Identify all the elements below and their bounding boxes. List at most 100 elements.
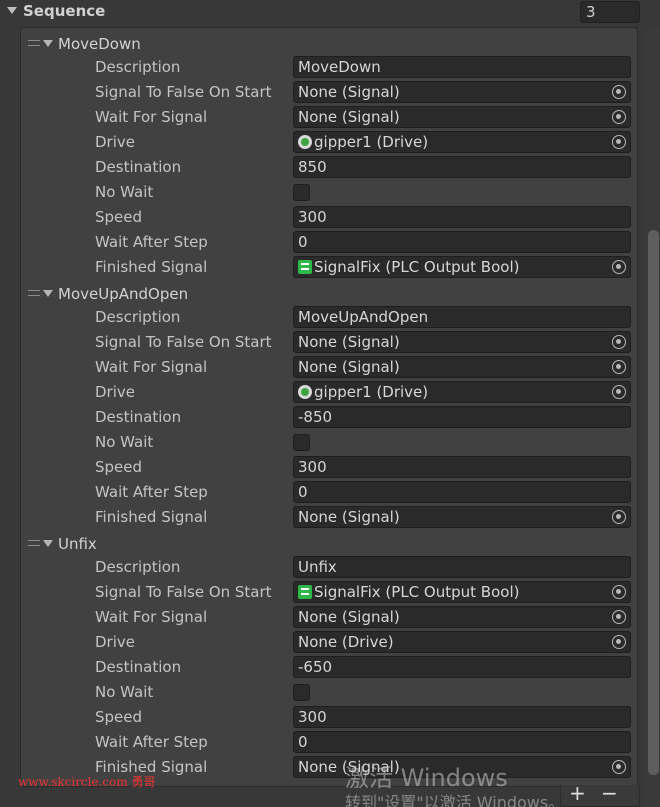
- sequence-item-header[interactable]: MoveUpAndOpen: [28, 283, 628, 305]
- description-label: Description: [95, 558, 181, 576]
- destination-field[interactable]: -650: [293, 656, 631, 678]
- drive-field[interactable]: None (Drive): [293, 631, 631, 653]
- drag-handle-icon[interactable]: [28, 290, 40, 296]
- remove-item-button[interactable]: −: [601, 781, 618, 805]
- field-value: None (Signal): [298, 83, 400, 101]
- fold-arrow-icon[interactable]: [43, 40, 53, 47]
- drag-handle-icon[interactable]: [28, 540, 40, 546]
- object-picker-icon[interactable]: [612, 360, 626, 374]
- sequence-item-name: MoveDown: [58, 35, 141, 53]
- speed-label: Speed: [95, 458, 143, 476]
- wait-for-signal-field[interactable]: None (Signal): [293, 106, 631, 128]
- signal-to-false-field[interactable]: None (Signal): [293, 81, 631, 103]
- field-value: None (Signal): [298, 508, 400, 526]
- plc-signal-icon: [298, 585, 312, 599]
- drive-label: Drive: [95, 133, 135, 151]
- description-field[interactable]: Unfix: [293, 556, 631, 578]
- wait-for-signal-field[interactable]: None (Signal): [293, 606, 631, 628]
- finished-signal-label: Finished Signal: [95, 258, 208, 276]
- fold-arrow-icon[interactable]: [7, 7, 17, 14]
- finished-signal-label: Finished Signal: [95, 508, 208, 526]
- drive-component-icon: [298, 385, 312, 399]
- object-picker-icon[interactable]: [612, 510, 626, 524]
- speed-label: Speed: [95, 208, 143, 226]
- no-wait-checkbox[interactable]: [293, 184, 310, 201]
- drive-field[interactable]: gipper1 (Drive): [293, 131, 631, 153]
- speed-field[interactable]: 300: [293, 456, 631, 478]
- plc-signal-icon: [298, 260, 312, 274]
- drag-handle-icon[interactable]: [28, 40, 40, 46]
- object-picker-icon[interactable]: [612, 85, 626, 99]
- signal-to-false-label: Signal To False On Start: [95, 583, 272, 601]
- field-value: None (Signal): [298, 608, 400, 626]
- destination-label: Destination: [95, 158, 182, 176]
- finished-signal-field[interactable]: SignalFix (PLC Output Bool): [293, 256, 631, 278]
- wait-for-signal-field[interactable]: None (Signal): [293, 356, 631, 378]
- signal-to-false-label: Signal To False On Start: [95, 83, 272, 101]
- object-picker-icon[interactable]: [612, 335, 626, 349]
- drive-field[interactable]: gipper1 (Drive): [293, 381, 631, 403]
- finished-signal-field[interactable]: None (Signal): [293, 506, 631, 528]
- drive-component-icon: [298, 135, 312, 149]
- speed-label: Speed: [95, 708, 143, 726]
- object-picker-icon[interactable]: [612, 635, 626, 649]
- add-item-button[interactable]: +: [569, 781, 586, 805]
- sequence-header[interactable]: Sequence: [0, 0, 660, 26]
- object-picker-icon[interactable]: [612, 385, 626, 399]
- sequence-item-header[interactable]: Unfix: [28, 533, 628, 555]
- no-wait-checkbox[interactable]: [293, 434, 310, 451]
- object-picker-icon[interactable]: [612, 610, 626, 624]
- drive-label: Drive: [95, 383, 135, 401]
- field-value: None (Signal): [298, 108, 400, 126]
- description-label: Description: [95, 58, 181, 76]
- list-footer: + −: [560, 781, 640, 807]
- field-value: None (Drive): [298, 633, 394, 651]
- wait-for-signal-label: Wait For Signal: [95, 608, 208, 626]
- field-value: gipper1 (Drive): [314, 383, 429, 401]
- object-picker-icon[interactable]: [612, 760, 626, 774]
- signal-to-false-field[interactable]: None (Signal): [293, 331, 631, 353]
- description-field[interactable]: MoveUpAndOpen: [293, 306, 631, 328]
- fold-arrow-icon[interactable]: [43, 290, 53, 297]
- activate-windows-hint: 转到"设置"以激活 Windows。: [345, 793, 565, 807]
- destination-field[interactable]: 850: [293, 156, 631, 178]
- wait-after-step-label: Wait After Step: [95, 733, 208, 751]
- no-wait-checkbox[interactable]: [293, 684, 310, 701]
- field-value: gipper1 (Drive): [314, 133, 429, 151]
- speed-field[interactable]: 300: [293, 706, 631, 728]
- no-wait-label: No Wait: [95, 433, 154, 451]
- site-watermark: www.skcircle.com 勇哥: [18, 775, 156, 789]
- field-value: SignalFix (PLC Output Bool): [314, 258, 520, 276]
- activate-windows-title: 激活 Windows: [345, 764, 508, 792]
- destination-label: Destination: [95, 408, 182, 426]
- sequence-item-name: MoveUpAndOpen: [58, 285, 189, 303]
- field-value: None (Signal): [298, 358, 400, 376]
- description-field[interactable]: MoveDown: [293, 56, 631, 78]
- sequence-item-header[interactable]: MoveDown: [28, 33, 628, 55]
- object-picker-icon[interactable]: [612, 110, 626, 124]
- speed-field[interactable]: 300: [293, 206, 631, 228]
- wait-after-step-field[interactable]: 0: [293, 731, 631, 753]
- object-picker-icon[interactable]: [612, 135, 626, 149]
- sequence-item-name: Unfix: [58, 535, 97, 553]
- no-wait-label: No Wait: [95, 683, 154, 701]
- destination-label: Destination: [95, 658, 182, 676]
- sequence-title: Sequence: [23, 2, 106, 20]
- wait-after-step-label: Wait After Step: [95, 483, 208, 501]
- wait-after-step-label: Wait After Step: [95, 233, 208, 251]
- fold-arrow-icon[interactable]: [43, 540, 53, 547]
- wait-for-signal-label: Wait For Signal: [95, 108, 208, 126]
- wait-after-step-field[interactable]: 0: [293, 231, 631, 253]
- sequence-count-field[interactable]: 3: [580, 1, 640, 23]
- destination-field[interactable]: -850: [293, 406, 631, 428]
- object-picker-icon[interactable]: [612, 585, 626, 599]
- signal-to-false-field[interactable]: SignalFix (PLC Output Bool): [293, 581, 631, 603]
- object-picker-icon[interactable]: [612, 260, 626, 274]
- scrollbar-thumb[interactable]: [648, 230, 659, 775]
- drive-label: Drive: [95, 633, 135, 651]
- description-label: Description: [95, 308, 181, 326]
- field-value: None (Signal): [298, 333, 400, 351]
- no-wait-label: No Wait: [95, 183, 154, 201]
- wait-after-step-field[interactable]: 0: [293, 481, 631, 503]
- signal-to-false-label: Signal To False On Start: [95, 333, 272, 351]
